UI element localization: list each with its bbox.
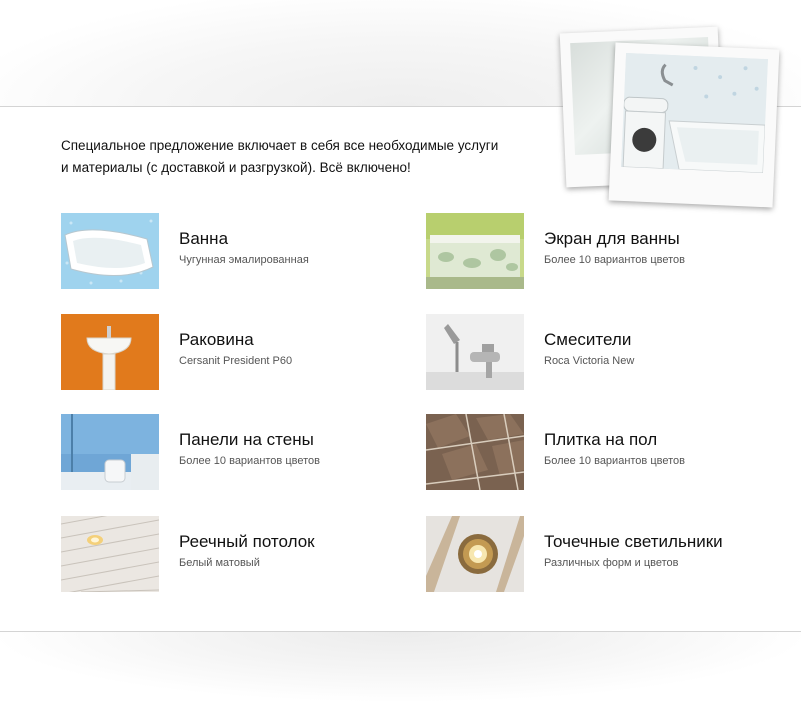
- sink-thumbnail: [61, 314, 159, 390]
- intro-line-2: и материалы (с доставкой и разгрузкой). …: [61, 160, 411, 175]
- spotlight-thumbnail: [426, 516, 524, 592]
- list-item-bathtub: Ванна Чугунная эмалированная: [61, 213, 391, 289]
- wall-panels-thumbnail: [61, 414, 159, 490]
- item-subtitle: Более 10 вариантов цветов: [179, 455, 320, 467]
- item-subtitle: Более 10 вариантов цветов: [544, 254, 685, 266]
- intro-text: Специальное предложение включает в себя …: [61, 135, 541, 179]
- bottom-shade: [0, 632, 801, 701]
- list-item-spotlights: Точечные светильники Различных форм и цв…: [426, 516, 756, 592]
- faucet-thumbnail: [426, 314, 524, 390]
- bathtub-thumbnail: [61, 213, 159, 289]
- item-subtitle: Cersanit President P60: [179, 355, 293, 367]
- item-title: Раковина: [179, 330, 254, 349]
- item-subtitle: Roca Victoria New: [544, 355, 635, 367]
- list-item-sink: Раковина Cersanit President P60: [61, 314, 391, 390]
- list-item-bath-screen: Экран для ванны Более 10 вариантов цвето…: [426, 213, 756, 289]
- item-subtitle: Белый матовый: [179, 557, 260, 569]
- ceiling-thumbnail: [61, 516, 159, 592]
- item-subtitle: Различных форм и цветов: [544, 557, 679, 569]
- item-title: Экран для ванны: [544, 229, 680, 248]
- item-title: Плитка на пол: [544, 430, 658, 449]
- bath-screen-thumbnail: [426, 213, 524, 289]
- item-title: Точечные светильники: [544, 532, 723, 551]
- floor-tiles-thumbnail: [426, 414, 524, 490]
- polaroid-photo-front: [608, 42, 780, 208]
- item-subtitle: Чугунная эмалированная: [179, 254, 309, 266]
- list-item-faucets: Смесители Roca Victoria New: [426, 314, 756, 390]
- item-title: Ванна: [179, 229, 229, 248]
- list-item-wall-panels: Панели на стены Более 10 вариантов цвето…: [61, 414, 391, 490]
- item-title: Панели на стены: [179, 430, 314, 449]
- item-subtitle: Более 10 вариантов цветов: [544, 455, 685, 467]
- intro-line-1: Специальное предложение включает в себя …: [61, 138, 499, 153]
- item-title: Реечный потолок: [179, 532, 315, 551]
- list-item-floor-tiles: Плитка на пол Более 10 вариантов цветов: [426, 414, 756, 490]
- bathroom-photo-front: [621, 52, 768, 174]
- item-title: Смесители: [544, 330, 632, 349]
- list-item-slatted-ceiling: Реечный потолок Белый матовый: [61, 516, 391, 592]
